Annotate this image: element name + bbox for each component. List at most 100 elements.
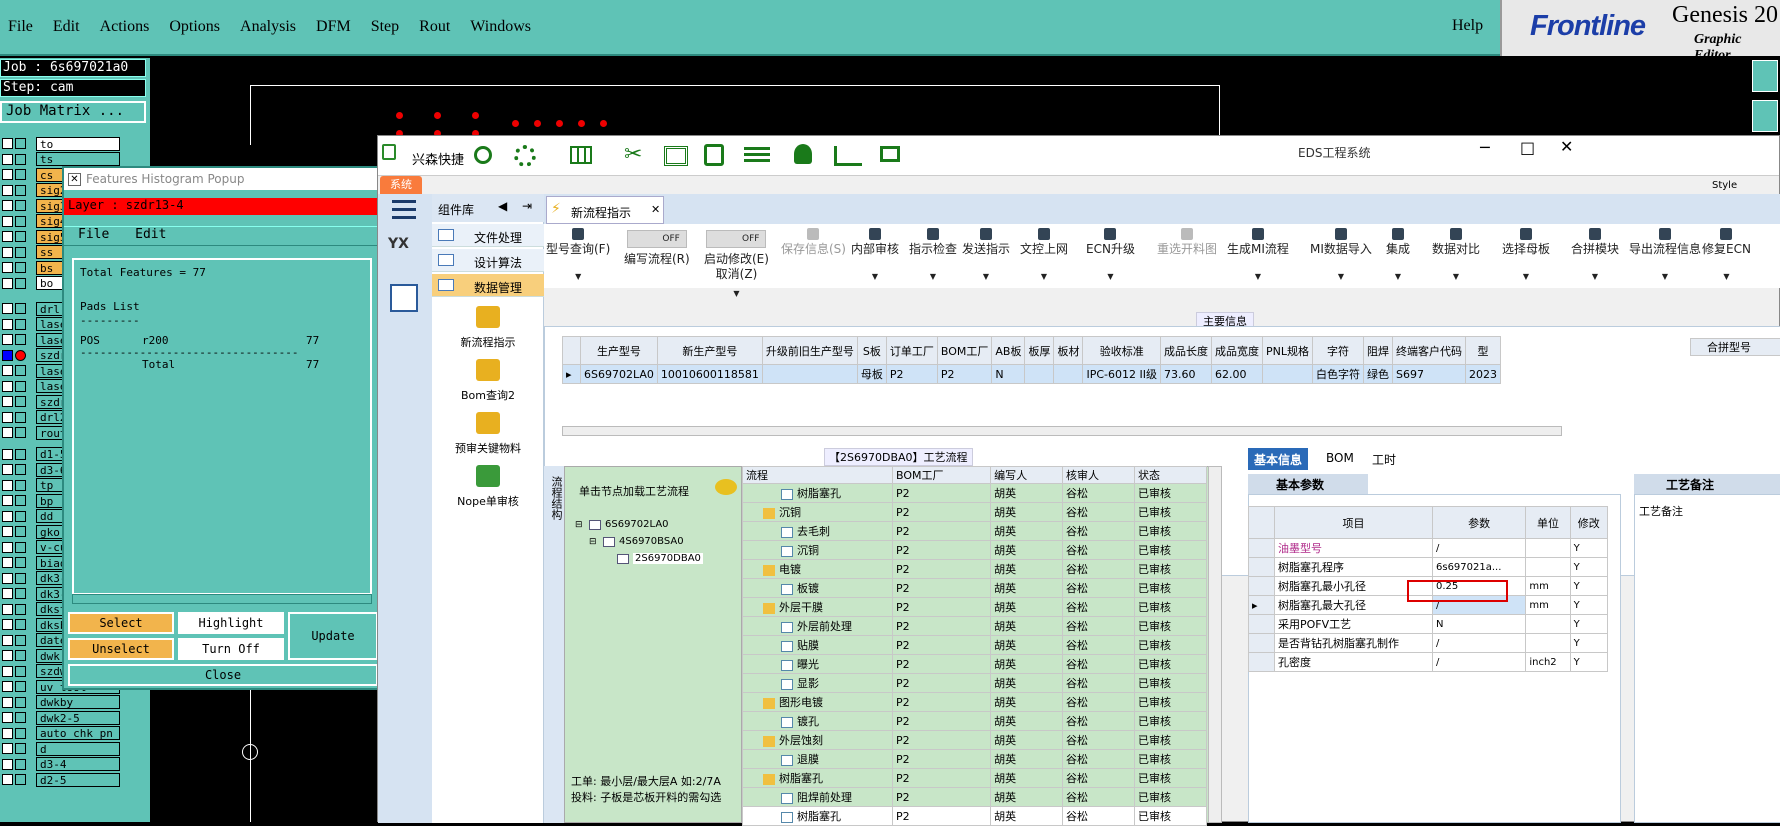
- toolbar-button[interactable]: 指示检查 ▼: [909, 226, 957, 284]
- layer-flag[interactable]: [15, 200, 26, 211]
- param-cell[interactable]: 6s697021a...: [1431, 557, 1527, 577]
- detail-tab[interactable]: 工时: [1366, 448, 1402, 470]
- main-data-cell[interactable]: [1053, 364, 1084, 384]
- layer-checkbox[interactable]: [2, 277, 13, 289]
- layer-checkbox[interactable]: [2, 349, 13, 361]
- layer-checkbox[interactable]: [2, 758, 13, 770]
- flow-cell[interactable]: 谷松: [1062, 540, 1136, 560]
- grid-icon[interactable]: [570, 146, 592, 164]
- layer-checkbox[interactable]: [2, 665, 13, 677]
- flow-header-cell[interactable]: BOM工厂: [891, 466, 992, 484]
- horizontal-scrollbar[interactable]: [72, 594, 372, 604]
- layer-flag[interactable]: [15, 427, 26, 438]
- param-cell[interactable]: 油墨型号: [1274, 538, 1433, 558]
- flow-cell[interactable]: 已审核: [1134, 635, 1207, 655]
- tree-expand-icon[interactable]: ⊟: [575, 520, 585, 530]
- layer-flag[interactable]: [15, 510, 26, 522]
- layer-name[interactable]: dwk2-5: [36, 710, 120, 725]
- main-header-cell[interactable]: S板: [856, 336, 887, 365]
- param-cell[interactable]: mm: [1525, 595, 1571, 615]
- layer-flag[interactable]: [15, 526, 26, 537]
- flow-cell[interactable]: 谷松: [1062, 597, 1136, 617]
- layer-flag[interactable]: [15, 712, 26, 723]
- dropdown-arrow-icon[interactable]: ▼: [1502, 269, 1550, 284]
- layer-checkbox[interactable]: [2, 138, 13, 149]
- flow-cell[interactable]: 胡英: [990, 540, 1064, 560]
- layer-checkbox[interactable]: [2, 495, 13, 506]
- toolbar-button[interactable]: 选择母板 ▼: [1502, 226, 1550, 284]
- flow-row[interactable]: 显影 P2 胡英 谷松 已审核: [742, 673, 1207, 693]
- param-header-cell[interactable]: 参数: [1431, 506, 1527, 539]
- shortcut-label[interactable]: Nope单审核: [432, 493, 544, 509]
- layer-checkbox[interactable]: [2, 557, 13, 568]
- flow-cell[interactable]: 谷松: [1062, 749, 1136, 769]
- calendar-icon[interactable]: [390, 284, 418, 312]
- layer-flag[interactable]: [15, 743, 26, 754]
- flow-step-cell[interactable]: 沉铜: [742, 502, 893, 522]
- flow-cell[interactable]: 谷松: [1062, 711, 1136, 731]
- layer-checkbox[interactable]: [2, 396, 13, 407]
- main-header-cell[interactable]: 字符: [1311, 336, 1364, 365]
- param-cell[interactable]: Y: [1569, 538, 1609, 558]
- flow-cell[interactable]: 谷松: [1062, 559, 1136, 579]
- update-button[interactable]: Update: [288, 612, 378, 660]
- dropdown-arrow-icon[interactable]: ▼: [546, 269, 610, 284]
- flow-cell[interactable]: 已审核: [1134, 730, 1207, 750]
- flow-row[interactable]: 镀孔 P2 胡英 谷松 已审核: [742, 711, 1207, 731]
- flow-vscroll[interactable]: [1208, 466, 1222, 823]
- flow-cell[interactable]: 已审核: [1134, 749, 1207, 769]
- chart-icon[interactable]: [834, 146, 862, 166]
- dropdown-arrow-icon[interactable]: ▼: [1086, 269, 1135, 284]
- layer-checkbox[interactable]: [2, 448, 13, 460]
- flow-step-cell[interactable]: 电镀: [742, 559, 893, 579]
- layer-checkbox[interactable]: [2, 572, 13, 584]
- flow-cell[interactable]: P2: [891, 521, 992, 541]
- layer-flag[interactable]: [15, 349, 26, 361]
- flow-cell[interactable]: P2: [891, 749, 992, 769]
- layer-flag[interactable]: [15, 572, 26, 584]
- dropdown-arrow-icon[interactable]: ▼: [704, 286, 769, 301]
- layer-name[interactable]: auto_chk_pn: [36, 726, 120, 740]
- menu-edit[interactable]: Edit: [53, 18, 80, 36]
- toolbar-button[interactable]: OFF 启动修改(E) 取消(Z) ▼: [704, 226, 769, 301]
- param-header-cell[interactable]: 修改: [1569, 506, 1609, 539]
- main-data-cell[interactable]: N: [991, 364, 1026, 384]
- layer-flag[interactable]: [15, 334, 26, 345]
- popup-menu-edit[interactable]: Edit: [135, 227, 166, 242]
- layer-checkbox[interactable]: [2, 541, 13, 553]
- flow-cell[interactable]: P2: [891, 597, 992, 617]
- layer-flag[interactable]: [15, 448, 26, 460]
- param-row[interactable]: 孔密度 / inch2 Y: [1248, 652, 1609, 672]
- flow-cell[interactable]: 胡英: [990, 673, 1064, 693]
- layer-flag[interactable]: [15, 479, 26, 491]
- layer-flag[interactable]: [15, 603, 26, 615]
- flow-cell[interactable]: 已审核: [1134, 711, 1207, 731]
- layer-row[interactable]: dwkby: [2, 695, 120, 710]
- param-row[interactable]: 树脂塞孔程序 6s697021a... Y: [1248, 557, 1609, 577]
- flow-cell[interactable]: P2: [891, 806, 992, 826]
- layer-flag[interactable]: [15, 231, 26, 242]
- main-data-cell[interactable]: 绿色: [1362, 364, 1393, 384]
- layer-checkbox[interactable]: [2, 200, 13, 211]
- toolbar-button[interactable]: ECN升级 ▼: [1086, 226, 1135, 284]
- layer-flag[interactable]: [15, 246, 26, 258]
- layer-checkbox[interactable]: [2, 231, 13, 242]
- menu-actions[interactable]: Actions: [100, 18, 150, 36]
- flow-step-cell[interactable]: 曝光: [742, 654, 893, 674]
- toolbar-button[interactable]: 数据对比 ▼: [1432, 226, 1480, 284]
- layer-flag[interactable]: [15, 303, 26, 314]
- layer-name[interactable]: to: [36, 136, 120, 151]
- flow-step-cell[interactable]: 树脂塞孔: [742, 806, 893, 826]
- param-cell[interactable]: 是否背钻孔树脂塞孔制作: [1274, 633, 1433, 653]
- main-data-cell[interactable]: 2023: [1464, 364, 1501, 384]
- genesis-right-btn[interactable]: [1752, 60, 1778, 92]
- layer-flag[interactable]: [15, 169, 26, 180]
- param-header-cell[interactable]: 单位: [1525, 506, 1571, 539]
- popup-menu-file[interactable]: File: [78, 227, 109, 242]
- layer-flag[interactable]: [15, 318, 26, 330]
- tree-node[interactable]: ⊟ 6S69702LA0: [575, 519, 669, 530]
- toggle-switch[interactable]: OFF: [626, 230, 687, 248]
- system-tab[interactable]: 系统: [380, 176, 422, 194]
- layer-checkbox[interactable]: [2, 427, 13, 438]
- layer-flag[interactable]: [15, 495, 26, 506]
